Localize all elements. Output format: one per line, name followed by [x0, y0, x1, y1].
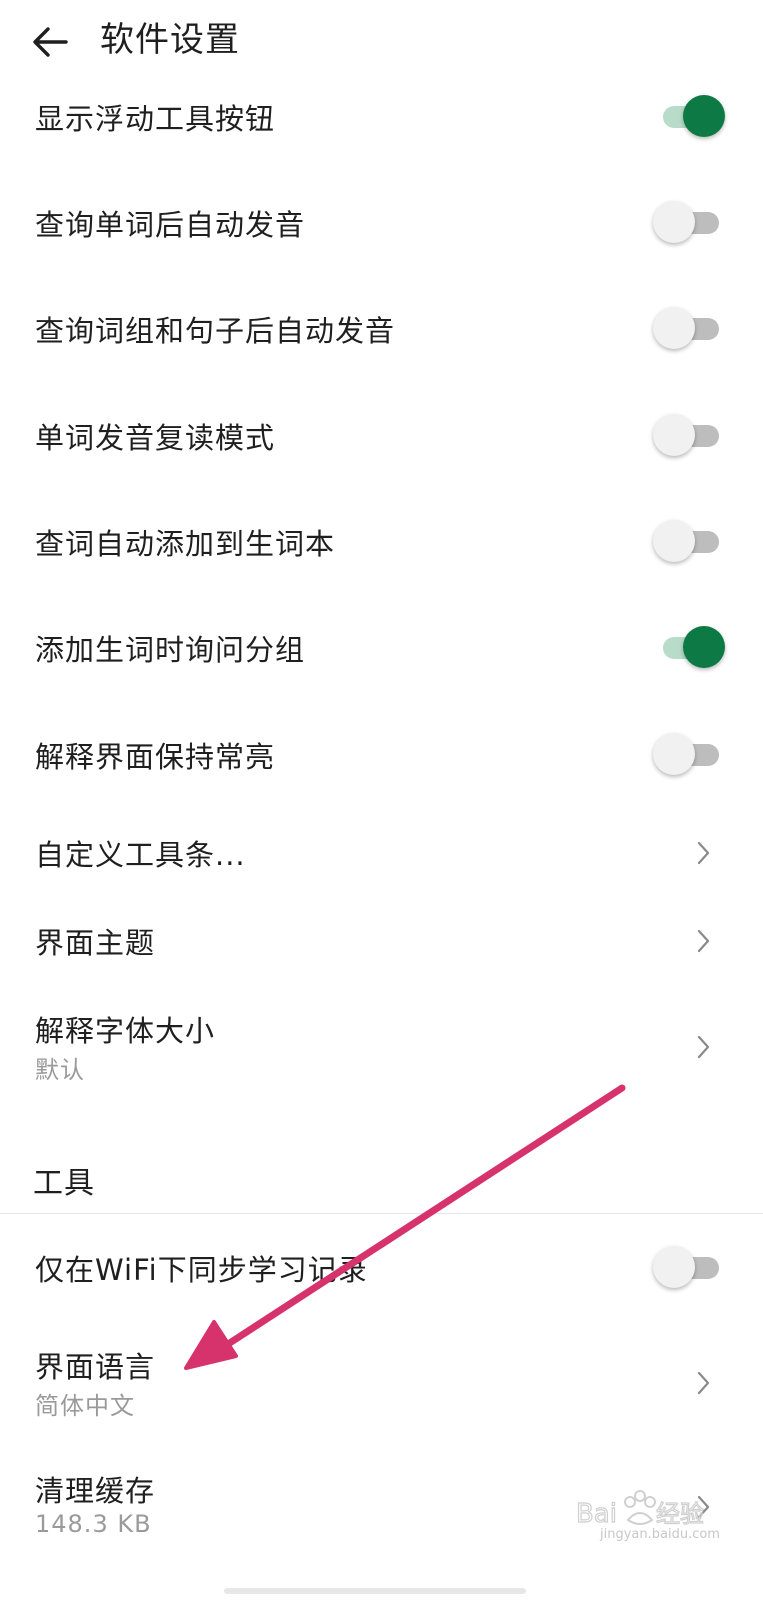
setting-value: 简体中文 — [35, 1392, 135, 1420]
page-title: 软件设置 — [100, 20, 240, 60]
setting-label: 界面语言 — [35, 1350, 156, 1384]
chevron-right-icon — [697, 929, 710, 953]
setting-auto-add-vocab[interactable]: 查词自动添加到生词本 — [0, 515, 763, 567]
toggle-thumb — [653, 733, 695, 775]
home-indicator[interactable] — [224, 1588, 526, 1594]
section-divider — [0, 1213, 763, 1214]
setting-ask-group[interactable]: 添加生词时询问分组 — [0, 621, 763, 673]
auto-pronounce-word-toggle[interactable] — [653, 198, 721, 246]
wifi-sync-toggle[interactable] — [653, 1243, 721, 1291]
chevron-right-icon — [697, 1371, 710, 1395]
setting-label: 查询单词后自动发音 — [35, 208, 306, 242]
setting-label: 查询词组和句子后自动发音 — [35, 314, 396, 348]
chevron-right-icon — [697, 1035, 710, 1059]
setting-label: 解释字体大小 — [35, 1014, 216, 1048]
setting-label: 单词发音复读模式 — [35, 421, 276, 455]
setting-label: 解释界面保持常亮 — [35, 740, 276, 774]
auto-add-vocab-toggle[interactable] — [653, 517, 721, 565]
setting-custom-toolbar[interactable]: 自定义工具条... — [0, 826, 763, 878]
keep-screen-on-toggle[interactable] — [653, 730, 721, 778]
ask-group-toggle[interactable] — [653, 623, 725, 671]
setting-theme[interactable]: 界面主题 — [0, 914, 763, 966]
setting-label: 界面主题 — [35, 926, 156, 960]
setting-label: 仅在WiFi下同步学习记录 — [35, 1253, 368, 1287]
setting-wifi-sync[interactable]: 仅在WiFi下同步学习记录 — [0, 1241, 763, 1293]
toggle-thumb — [653, 201, 695, 243]
setting-floating-tool-button[interactable]: 显示浮动工具按钮 — [0, 90, 763, 142]
section-title-tools: 工具 — [33, 1166, 95, 1201]
toggle-thumb — [653, 414, 695, 456]
auto-pronounce-phrase-toggle[interactable] — [653, 304, 721, 352]
setting-value: 148.3 KB — [35, 1510, 152, 1538]
watermark-url: jingyan.baidu.com — [600, 1527, 720, 1542]
toggle-thumb — [653, 1246, 695, 1288]
back-button[interactable] — [28, 22, 72, 62]
toggle-thumb — [653, 520, 695, 562]
setting-auto-pronounce-phrase[interactable]: 查询词组和句子后自动发音 — [0, 302, 763, 354]
setting-label: 自定义工具条... — [35, 838, 246, 872]
setting-label: 查词自动添加到生词本 — [35, 527, 336, 561]
setting-keep-screen-on[interactable]: 解释界面保持常亮 — [0, 728, 763, 780]
setting-label: 显示浮动工具按钮 — [35, 102, 276, 136]
setting-label: 清理缓存 — [35, 1474, 156, 1508]
svg-text:Bai: Bai — [576, 1499, 617, 1529]
setting-label: 添加生词时询问分组 — [35, 633, 306, 667]
toggle-thumb — [683, 626, 725, 668]
toggle-thumb — [683, 95, 725, 137]
svg-text:经验: 经验 — [656, 1500, 704, 1528]
setting-value: 默认 — [35, 1056, 85, 1084]
setting-interface-language[interactable]: 界面语言 简体中文 — [0, 1338, 763, 1424]
setting-font-size[interactable]: 解释字体大小 默认 — [0, 1002, 763, 1088]
chevron-right-icon — [697, 841, 710, 865]
arrow-left-icon — [33, 27, 68, 57]
repeat-mode-toggle[interactable] — [653, 411, 721, 459]
toggle-thumb — [653, 307, 695, 349]
setting-auto-pronounce-word[interactable]: 查询单词后自动发音 — [0, 196, 763, 248]
setting-repeat-mode[interactable]: 单词发音复读模式 — [0, 409, 763, 461]
floating-tool-toggle[interactable] — [653, 92, 725, 140]
app-header: 软件设置 — [0, 0, 763, 84]
